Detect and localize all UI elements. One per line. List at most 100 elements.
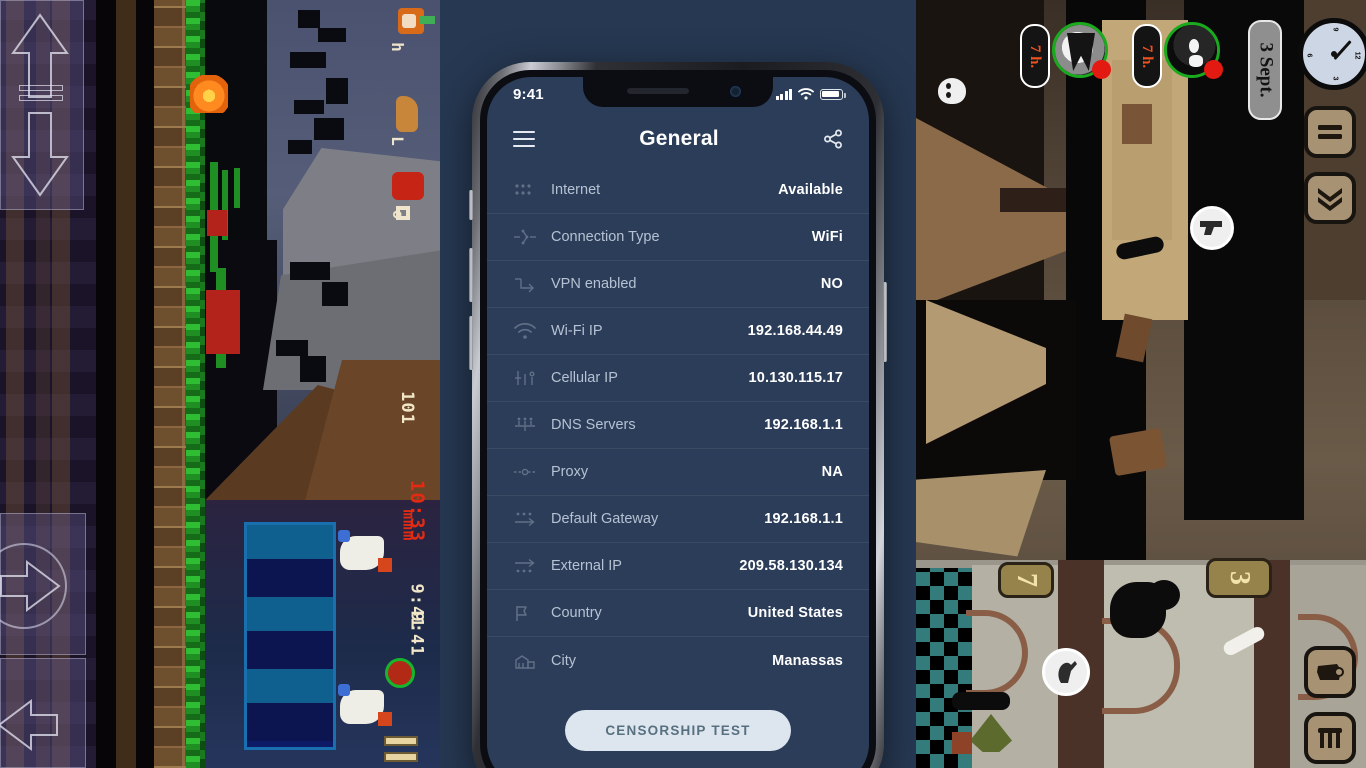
npc-silhouette bbox=[952, 692, 1010, 710]
vpn-tunnel-icon bbox=[515, 278, 534, 293]
row-value: 192.168.1.1 bbox=[764, 417, 843, 433]
censorship-test-button[interactable]: CENSORSHIP TEST bbox=[565, 710, 791, 751]
goose-hat bbox=[338, 530, 350, 542]
list-row-wifi-ip[interactable]: Wi-Fi IP 192.168.44.49 bbox=[487, 308, 869, 355]
dpad-vertical-zone[interactable] bbox=[0, 0, 84, 210]
signal-bars-icon bbox=[775, 88, 792, 100]
list-row-internet[interactable]: Internet Available bbox=[487, 167, 869, 214]
rock-blob bbox=[298, 10, 320, 28]
goose-hat bbox=[338, 684, 350, 696]
hamburger-menu-icon[interactable] bbox=[513, 126, 535, 152]
timer-badge-right: 7 h. bbox=[1132, 24, 1162, 88]
inventory-panel[interactable] bbox=[244, 522, 336, 750]
list-row-cellular-ip[interactable]: Cellular IP 10.130.115.17 bbox=[487, 355, 869, 402]
rock-blob bbox=[300, 356, 326, 382]
hud-marker-h: h bbox=[387, 42, 407, 53]
status-time: 9:41 bbox=[513, 85, 544, 103]
row-value: 192.168.44.49 bbox=[747, 323, 843, 339]
enemy-crab bbox=[392, 172, 424, 200]
dns-server-icon bbox=[515, 417, 535, 431]
cell-tower-icon bbox=[515, 371, 535, 385]
skull-icon bbox=[938, 78, 966, 104]
clock-hand-hour bbox=[1333, 40, 1352, 61]
volume-up-button[interactable] bbox=[469, 248, 473, 302]
page-title: General bbox=[639, 127, 719, 150]
list-row-connection-type[interactable]: Connection Type WiFi bbox=[487, 214, 869, 261]
list-row-proxy[interactable]: Proxy NA bbox=[487, 449, 869, 496]
door-plate-3[interactable]: 3 bbox=[1206, 558, 1272, 598]
inventory-item-comb-button[interactable] bbox=[1304, 712, 1356, 764]
screenshot-root: h L o 101 10:33 mmm 9:41 9:41 9:41 Gener… bbox=[0, 0, 1366, 768]
comb-icon bbox=[1318, 728, 1342, 748]
hud-marker-l: L bbox=[387, 136, 407, 147]
item-horn bbox=[396, 96, 418, 132]
list-row-external-ip[interactable]: External IP 209.58.130.134 bbox=[487, 543, 869, 590]
right-adventure-game-panel[interactable]: 7 3 7 h. 7 h. 3 Sept. 9 12 3 6 bbox=[916, 0, 1366, 768]
arrow-down-icon[interactable] bbox=[9, 109, 71, 199]
volume-down-button[interactable] bbox=[469, 316, 473, 370]
gun-action-button[interactable] bbox=[1190, 206, 1234, 250]
hotbar-slot[interactable] bbox=[384, 752, 418, 762]
settings-list[interactable]: Internet Available Connection Type WiFi … bbox=[487, 167, 869, 768]
arrow-right-icon[interactable] bbox=[0, 558, 63, 614]
cta-container: CENSORSHIP TEST bbox=[487, 684, 869, 751]
row-value: WiFi bbox=[811, 229, 843, 245]
list-row-dns-servers[interactable]: DNS Servers 192.168.1.1 bbox=[487, 402, 869, 449]
row-value: 10.130.115.17 bbox=[748, 370, 843, 386]
red-moss bbox=[206, 290, 240, 354]
list-row-default-gateway[interactable]: Default Gateway 192.168.1.1 bbox=[487, 496, 869, 543]
row-label: Internet bbox=[551, 182, 601, 198]
dark-column-2 bbox=[1184, 0, 1304, 520]
battery-icon bbox=[820, 88, 846, 100]
connection-nodes-icon bbox=[514, 229, 536, 245]
hud-score-101: 101 bbox=[396, 391, 417, 425]
phone-screen[interactable]: 9:41 General Internet Available Connecti… bbox=[487, 77, 869, 768]
row-label: Connection Type bbox=[551, 229, 660, 245]
rock-blob bbox=[294, 100, 324, 114]
row-value: 192.168.1.1 bbox=[764, 511, 843, 527]
menu-button[interactable] bbox=[1304, 106, 1356, 158]
left-pixel-game-panel[interactable]: h L o 101 10:33 mmm 9:41 9:41 bbox=[0, 0, 440, 768]
player-item bbox=[419, 16, 435, 24]
power-button[interactable] bbox=[883, 282, 887, 362]
city-buildings-icon bbox=[515, 654, 535, 669]
rock-blob bbox=[290, 52, 326, 68]
flag-icon bbox=[516, 606, 527, 621]
portrait-eye bbox=[1189, 39, 1199, 53]
pistol-icon bbox=[1200, 221, 1222, 235]
clock-tick: 3 bbox=[1331, 76, 1339, 81]
hotbar-slot[interactable] bbox=[384, 736, 418, 746]
arrow-left-icon[interactable] bbox=[0, 697, 61, 753]
alert-dot-1 bbox=[1092, 60, 1111, 79]
date-label: 3 Sept. bbox=[1248, 20, 1282, 120]
dpad-right-zone[interactable] bbox=[0, 513, 86, 655]
skip-button[interactable] bbox=[1304, 172, 1356, 224]
gateway-arrow-icon bbox=[515, 512, 535, 527]
list-row-city[interactable]: City Manassas bbox=[487, 637, 869, 684]
list-row-vpn[interactable]: VPN enabled NO bbox=[487, 261, 869, 308]
row-value: Available bbox=[778, 182, 843, 198]
timer-badge-left: 7 h. bbox=[1020, 24, 1050, 88]
share-icon[interactable] bbox=[823, 129, 843, 149]
hand-action-button[interactable] bbox=[1042, 648, 1090, 696]
chair-back bbox=[1122, 104, 1152, 144]
wifi-icon bbox=[514, 322, 536, 339]
network-grid-icon bbox=[515, 184, 531, 195]
inventory-item-bag-button[interactable] bbox=[1304, 646, 1356, 698]
dpad-left-zone[interactable] bbox=[0, 658, 86, 768]
proxy-arrow-icon bbox=[514, 468, 536, 476]
door-plate-7[interactable]: 7 bbox=[998, 562, 1054, 598]
row-label: VPN enabled bbox=[551, 276, 637, 292]
skull-eye bbox=[946, 92, 951, 98]
portrait-mouth bbox=[1189, 55, 1203, 67]
clock-tick: 6 bbox=[1305, 53, 1313, 58]
list-row-country[interactable]: Country United States bbox=[487, 590, 869, 637]
silent-switch[interactable] bbox=[469, 190, 473, 220]
hand-icon bbox=[1058, 661, 1077, 683]
double-chevron-down-icon bbox=[1318, 188, 1342, 211]
player-face bbox=[402, 14, 416, 28]
phone-bezel: 9:41 General Internet Available Connecti… bbox=[480, 70, 876, 768]
row-value: NO bbox=[820, 276, 843, 292]
hud-label-mmm: mmm bbox=[399, 509, 419, 542]
wifi-icon bbox=[798, 88, 814, 100]
